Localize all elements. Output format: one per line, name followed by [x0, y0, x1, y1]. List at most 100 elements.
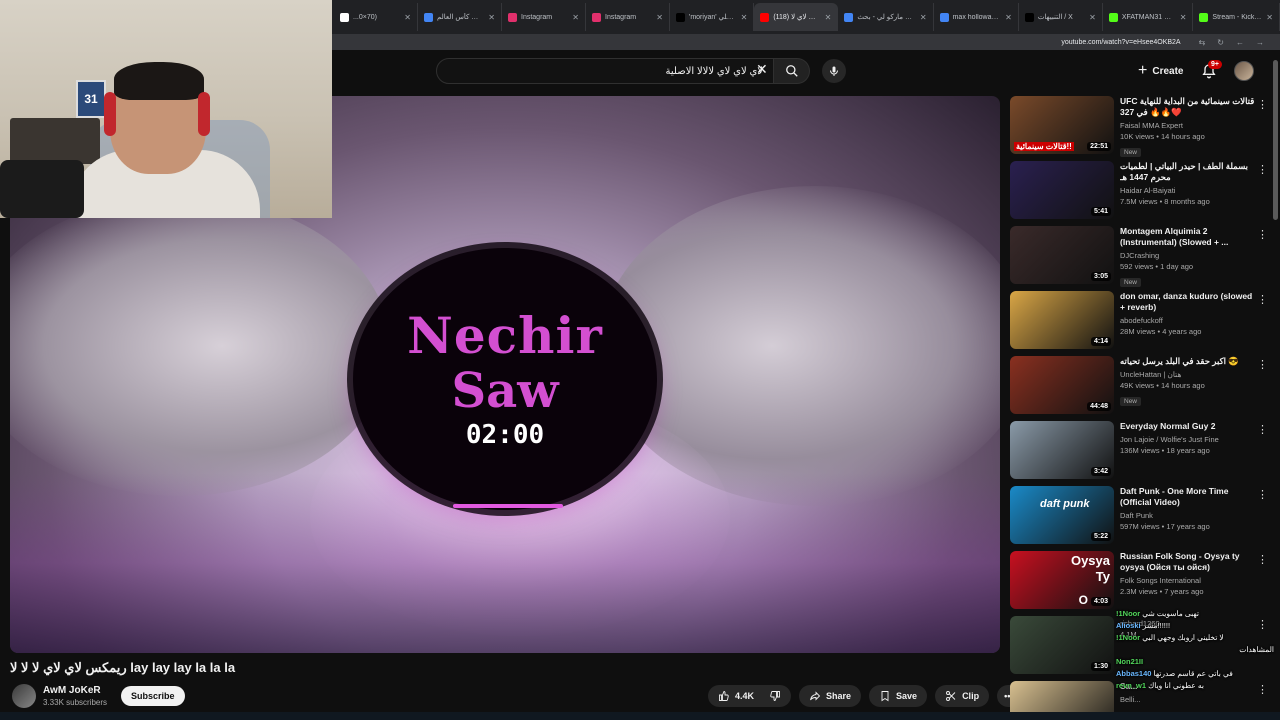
channel-name[interactable]: AwM JoKeR — [43, 685, 101, 696]
recommendation-channel[interactable]: Daft Punk — [1120, 511, 1256, 520]
recommendation-item[interactable]: 5:22 daft punk Daft Punk - One More Time (… — [1010, 486, 1270, 551]
visualizer-time: 02:00 — [465, 420, 545, 450]
thumbs-down-icon[interactable] — [769, 690, 781, 702]
more-options-icon[interactable]: ⋮ — [1257, 358, 1268, 371]
search-query: لاي لاي لاي لالالا الاصلية — [665, 65, 763, 77]
like-button[interactable]: 4.4K — [708, 685, 792, 707]
browser-tab[interactable]: 'moriyan' اخبار علي ✕ — [670, 3, 755, 31]
video-thumbnail[interactable]: 5:41 — [1010, 161, 1114, 219]
recommendation-title[interactable]: Everyday Normal Guy 2 — [1120, 421, 1256, 432]
voice-search-button[interactable] — [822, 59, 846, 83]
video-thumbnail[interactable]: 4:14 — [1010, 291, 1114, 349]
recommendation-title[interactable]: Montagem Alquimia 2 (Instrumental) (Slow… — [1120, 226, 1256, 248]
close-tab-icon[interactable]: ✕ — [1180, 13, 1187, 22]
tab-label: max holloway weig — [952, 13, 1002, 21]
save-label: Save — [896, 691, 918, 701]
recommendation-channel[interactable]: Faisal MMA Expert — [1120, 121, 1256, 130]
shelf — [10, 118, 100, 164]
more-options-icon[interactable]: ⋮ — [1257, 553, 1268, 566]
close-tab-icon[interactable]: ✕ — [1089, 13, 1096, 22]
browser-tab[interactable]: Instagram ✕ — [586, 3, 670, 31]
recommendation-channel[interactable]: Jon Lajoie / Wolfie's Just Fine — [1120, 435, 1256, 444]
browser-tab[interactable]: Instagram ✕ — [502, 3, 586, 31]
more-options-icon[interactable]: ⋮ — [1257, 163, 1268, 176]
recommendation-channel[interactable]: Haidar Al-Baiyati — [1120, 186, 1256, 195]
video-thumbnail[interactable]: 4:03 Oysya Ty O — [1010, 551, 1114, 609]
recommendation-channel[interactable]: Folk Songs International — [1120, 576, 1256, 585]
search-icon — [785, 65, 798, 77]
close-tab-icon[interactable]: ✕ — [920, 13, 927, 22]
chat-username[interactable]: Abbas140 — [1116, 669, 1151, 678]
recommendation-channel[interactable]: DJCrashing — [1120, 251, 1256, 260]
video-thumbnail[interactable]: 44:48 — [1010, 356, 1114, 414]
close-tab-icon[interactable]: ✕ — [404, 13, 411, 22]
microphone — [0, 160, 84, 218]
scrollbar[interactable] — [1273, 60, 1278, 220]
browser-tab[interactable]: مباريات كأس العالم✕ — [418, 3, 502, 31]
close-tab-icon[interactable]: ✕ — [572, 13, 579, 22]
recommendation-channel[interactable]: abodefuckoff — [1120, 316, 1256, 325]
forward-icon[interactable]: → — [1256, 38, 1264, 47]
browser-tab[interactable]: XFATMAN31 Stream ✕ — [1103, 3, 1194, 31]
recommendation-item[interactable]: 22:51 قتالات سينمائية!! UFC قتالات سينمائي… — [1010, 96, 1270, 161]
back-icon[interactable]: ← — [1236, 38, 1244, 47]
video-thumbnail[interactable]: 5:22 daft punk — [1010, 486, 1114, 544]
url-text[interactable]: youtube.com/watch?v=eHsee4OKB2A — [1061, 39, 1180, 46]
more-options-icon[interactable]: ⋮ — [1257, 423, 1268, 436]
chat-username[interactable]: !1Noor — [1116, 609, 1140, 618]
close-tab-icon[interactable]: ✕ — [825, 13, 832, 22]
more-options-icon[interactable]: ⋮ — [1257, 228, 1268, 241]
close-tab-icon[interactable]: ✕ — [741, 13, 748, 22]
account-avatar[interactable] — [1234, 61, 1254, 81]
channel-avatar[interactable] — [12, 684, 36, 708]
chat-username[interactable]: Non21II — [1116, 657, 1143, 666]
clear-search-icon[interactable]: ✕ — [756, 61, 768, 78]
recommendation-title[interactable]: بسملة الطف | حيدر البياتي | لطميات محرم … — [1120, 161, 1256, 183]
recommendation-item[interactable]: 3:05 Montagem Alquimia 2 (Instrumental) (… — [1010, 226, 1270, 291]
clip-button[interactable]: Clip — [935, 685, 990, 707]
more-options-icon[interactable]: ⋮ — [1257, 488, 1268, 501]
video-thumbnail[interactable]: 22:51 قتالات سينمائية!! — [1010, 96, 1114, 154]
more-options-icon[interactable]: ⋮ — [1257, 293, 1268, 306]
chat-message: Abbas140 في باتي عم قاسم صدرتها — [1116, 668, 1274, 680]
browser-tab[interactable]: التنبيهات / X ✕ — [1019, 3, 1103, 31]
subscribe-button[interactable]: Subscribe — [121, 686, 185, 706]
close-tab-icon[interactable]: ✕ — [488, 13, 495, 22]
recommendation-info: don omar, danza kuduro (slowed + reverb)… — [1120, 291, 1270, 356]
browser-tab[interactable]: ...0×70) ✕ — [334, 3, 418, 31]
video-thumbnail[interactable]: 3:05 — [1010, 226, 1114, 284]
chat-username[interactable]: !1Noor — [1116, 633, 1140, 642]
recommendation-item[interactable]: 44:48 اكبر حقد في البلد يرسل تحياته 😎 Uncl… — [1010, 356, 1270, 421]
create-button[interactable]: + Create — [1128, 59, 1193, 83]
tab-search-icon[interactable]: ⇆ — [1199, 38, 1206, 47]
chat-text: به عطوني انا وياك — [1148, 681, 1204, 690]
more-options-icon[interactable]: ⋮ — [1257, 98, 1268, 111]
recommendation-title[interactable]: don omar, danza kuduro (slowed + reverb) — [1120, 291, 1256, 313]
reload-icon[interactable]: ↻ — [1217, 38, 1224, 47]
recommendation-title[interactable]: UFC قتالات سينمائية من البداية للنهاية ف… — [1120, 96, 1256, 118]
recommendation-item[interactable]: 4:14 don omar, danza kuduro (slowed + rev… — [1010, 291, 1270, 356]
recommendation-title[interactable]: اكبر حقد في البلد يرسل تحياته 😎 — [1120, 356, 1256, 367]
recommendation-title[interactable]: Russian Folk Song - Oysya ty oysya (Ойся… — [1120, 551, 1256, 573]
recommendation-item[interactable]: 5:41 بسملة الطف | حيدر البياتي | لطميات م… — [1010, 161, 1270, 226]
chat-username[interactable]: revn_w1 — [1116, 681, 1146, 690]
browser-tab[interactable]: Stream - Kick Dash ✕ — [1193, 3, 1280, 31]
close-tab-icon[interactable]: ✕ — [1266, 13, 1273, 22]
video-thumbnail[interactable]: 1:30 — [1010, 616, 1114, 674]
recommendation-item[interactable]: 4:03 Oysya Ty O Russian Folk Song - Oysya ty… — [1010, 551, 1270, 616]
browser-tab[interactable]: (118) ريمكس لاي لا ✕ — [754, 3, 839, 31]
video-thumbnail[interactable]: 3:42 — [1010, 421, 1114, 479]
chat-username[interactable]: Alioski — [1116, 621, 1141, 630]
browser-tab[interactable]: max holloway weig✕ — [934, 3, 1019, 31]
recommendation-channel[interactable]: UncleHattan | هتان — [1120, 370, 1256, 379]
browser-tab[interactable]: ماركو لي - بحث Google ✕ — [838, 3, 934, 31]
save-button[interactable]: Save — [869, 685, 928, 707]
search-input[interactable]: لاي لاي لاي لالالا الاصلية — [436, 58, 774, 84]
close-tab-icon[interactable]: ✕ — [1005, 13, 1012, 22]
close-tab-icon[interactable]: ✕ — [656, 13, 663, 22]
recommendation-item[interactable]: 3:42 Everyday Normal Guy 2 Jon Lajoie / Wo… — [1010, 421, 1270, 486]
search-button[interactable] — [774, 58, 810, 84]
recommendation-title[interactable]: Daft Punk - One More Time (Official Vide… — [1120, 486, 1256, 508]
recommendation-info: Russian Folk Song - Oysya ty oysya (Ойся… — [1120, 551, 1270, 616]
share-button[interactable]: Share — [799, 685, 862, 707]
